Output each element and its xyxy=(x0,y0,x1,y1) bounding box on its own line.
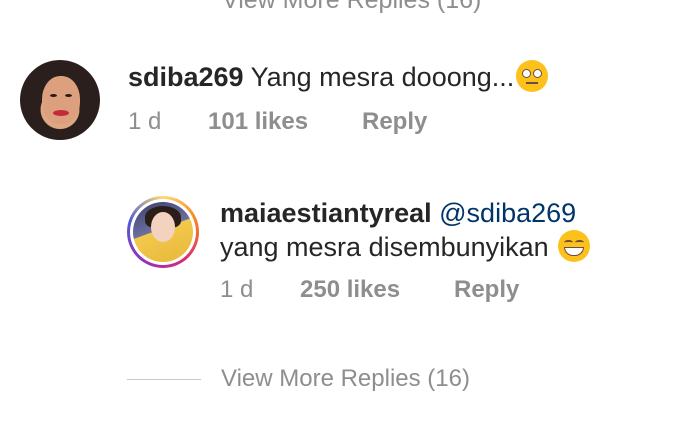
comments-panel: View More Replies (16) sdiba269 Yang mes… xyxy=(0,0,700,423)
avatar-eye xyxy=(50,94,57,97)
reply-button[interactable]: Reply xyxy=(362,108,427,136)
comment-text: Yang mesra dooong... xyxy=(250,62,515,92)
reply-time: 1 d xyxy=(220,276,254,303)
grinning-squinting-emoji-icon xyxy=(558,230,591,262)
reply-line-2: yang mesra disembunyikan xyxy=(220,230,591,264)
view-more-replies-label[interactable]: View More Replies (16) xyxy=(221,365,470,393)
view-more-replies-top-link[interactable]: View More Replies (16) xyxy=(222,0,481,15)
avatar-face xyxy=(42,76,80,124)
reply-mention[interactable]: @sdiba269 xyxy=(439,198,576,228)
divider xyxy=(127,378,201,380)
comment-likes[interactable]: 101 likes xyxy=(208,108,362,136)
rolling-eyes-emoji-icon xyxy=(516,60,549,92)
avatar-photo xyxy=(133,202,193,262)
avatar-eye xyxy=(65,94,72,97)
view-more-replies[interactable]: View More Replies (16) xyxy=(127,365,470,393)
reply-body: maiaestiantyreal @sdiba269 yang mesra di… xyxy=(220,196,591,304)
comment-meta: 1 d 101 likes Reply xyxy=(128,108,548,136)
reply-username[interactable]: maiaestiantyreal xyxy=(220,198,432,228)
reply-likes[interactable]: 250 likes xyxy=(300,276,454,304)
reply-line-1: maiaestiantyreal @sdiba269 xyxy=(220,196,590,230)
avatar[interactable] xyxy=(20,60,100,140)
reply-meta: 1 d 250 likes Reply xyxy=(220,276,590,304)
avatar[interactable] xyxy=(127,196,199,268)
comment-body: sdiba269 Yang mesra dooong... 1 d 101 li… xyxy=(128,60,549,136)
avatar-lips xyxy=(53,110,69,116)
comment-item: sdiba269 Yang mesra dooong... 1 d 101 li… xyxy=(20,60,549,140)
story-ring xyxy=(130,199,196,265)
reply-item: maiaestiantyreal @sdiba269 yang mesra di… xyxy=(127,196,591,304)
reply-button[interactable]: Reply xyxy=(454,276,519,304)
comment-line: sdiba269 Yang mesra dooong... xyxy=(128,60,549,94)
comment-time: 1 d xyxy=(128,108,162,135)
reply-text: yang mesra disembunyikan xyxy=(220,232,549,262)
comment-username[interactable]: sdiba269 xyxy=(128,62,244,92)
